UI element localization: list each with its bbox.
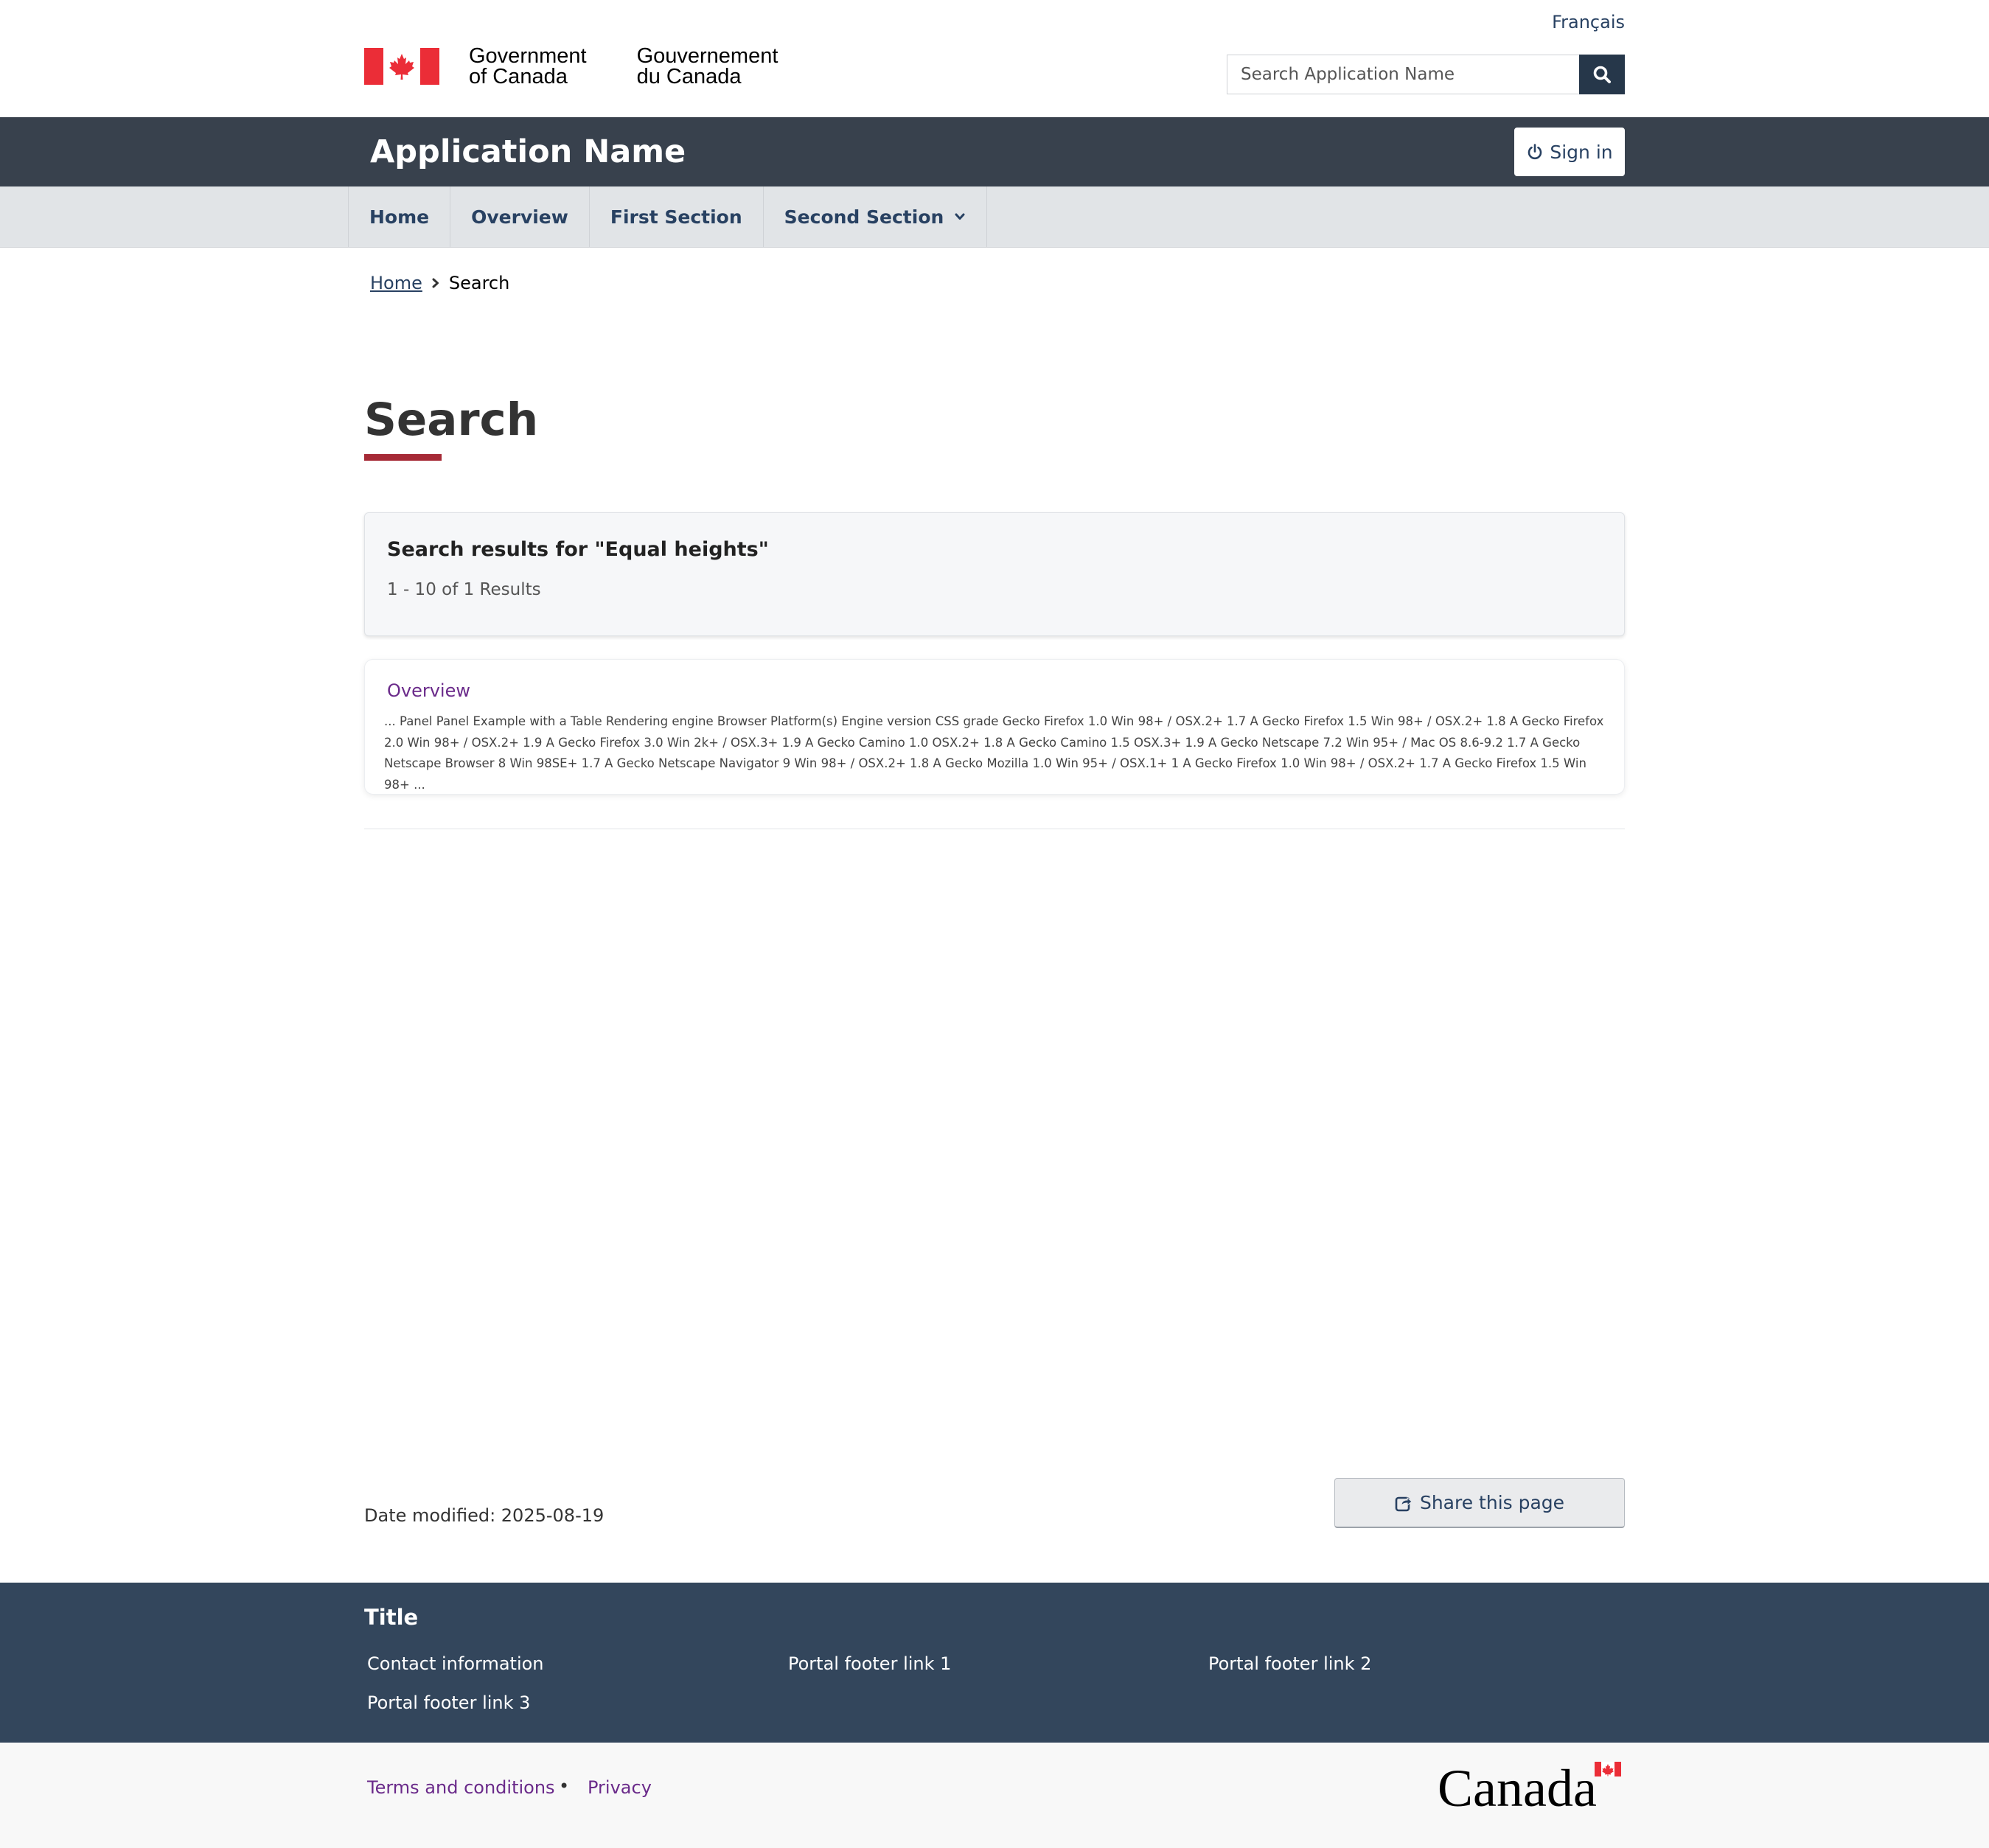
- canada-flag-icon: [364, 48, 439, 85]
- footer-link-portal-1[interactable]: Portal footer link 1: [788, 1653, 951, 1674]
- date-modified: Date modified: 2025-08-19: [364, 1505, 605, 1526]
- menu-item-home[interactable]: Home: [349, 186, 451, 247]
- footer-link-portal-2[interactable]: Portal footer link 2: [1208, 1653, 1371, 1674]
- search-input[interactable]: [1227, 55, 1579, 94]
- power-icon: [1528, 144, 1542, 160]
- wordmark-text: Canada: [1438, 1762, 1597, 1813]
- footer-link-contact[interactable]: Contact information: [367, 1653, 544, 1674]
- share-icon: [1395, 1496, 1412, 1511]
- menu-item-first-section[interactable]: First Section: [590, 186, 764, 247]
- chevron-down-icon: [955, 213, 965, 220]
- main-menu: Home Overview First Section Second Secti…: [0, 186, 1989, 248]
- signature-english: Government of Canada: [469, 44, 587, 88]
- main-footer: Title Contact information Portal footer …: [0, 1583, 1989, 1743]
- canada-wordmark: Canada: [1438, 1762, 1621, 1813]
- results-heading: Search results for "Equal heights": [387, 538, 769, 561]
- signature-fr-line-2: du Canada: [636, 65, 742, 88]
- page-title: Search: [364, 394, 539, 446]
- application-name[interactable]: Application Name: [370, 117, 686, 186]
- footer-title: Title: [364, 1605, 419, 1630]
- results-count: 1 - 10 of 1 Results: [387, 580, 541, 599]
- wordmark-flag-icon: [1595, 1762, 1621, 1776]
- link-separator: •: [559, 1776, 570, 1796]
- menu-item-label: Second Section: [784, 206, 944, 228]
- signature-en-line-2: of Canada: [469, 65, 568, 88]
- share-label: Share this page: [1419, 1492, 1565, 1513]
- search-icon: [1593, 66, 1611, 83]
- language-toggle-link[interactable]: Français: [1552, 12, 1625, 32]
- share-page-button[interactable]: Share this page: [1334, 1478, 1625, 1528]
- menu-item-label: Home: [369, 206, 430, 228]
- result-title-link[interactable]: Overview: [384, 680, 470, 701]
- breadcrumb-home-link[interactable]: Home: [370, 273, 422, 293]
- privacy-link[interactable]: Privacy: [588, 1777, 652, 1798]
- menu-item-label: Overview: [471, 206, 568, 228]
- menu-item-second-section[interactable]: Second Section: [764, 186, 988, 247]
- sign-in-label: Sign in: [1550, 141, 1613, 163]
- search-result-card: Overview ... Panel Panel Example with a …: [364, 659, 1625, 795]
- signature-en-line-1: Government: [469, 44, 587, 68]
- breadcrumb-current: Search: [448, 273, 510, 293]
- menu-item-overview[interactable]: Overview: [450, 186, 590, 247]
- sub-footer: Terms and conditions • Privacy Canada: [0, 1743, 1989, 1848]
- footer-link-portal-3[interactable]: Portal footer link 3: [367, 1692, 530, 1713]
- breadcrumb: Home Search: [370, 273, 509, 293]
- menu-item-label: First Section: [610, 206, 742, 228]
- result-snippet: ... Panel Panel Example with a Table Ren…: [384, 714, 1604, 792]
- search-button[interactable]: [1579, 55, 1625, 94]
- search-results-summary: Search results for "Equal heights" 1 - 1…: [364, 512, 1625, 636]
- terms-link[interactable]: Terms and conditions: [367, 1777, 555, 1798]
- signature-french: Gouvernement du Canada: [636, 44, 778, 88]
- application-bar: Application Name Sign in: [0, 117, 1989, 186]
- sign-in-button[interactable]: Sign in: [1514, 128, 1625, 176]
- site-search: [1227, 55, 1625, 94]
- signature-fr-line-1: Gouvernement: [636, 44, 778, 68]
- government-signature[interactable]: Government of Canada Gouvernement du Can…: [364, 44, 778, 88]
- chevron-right-icon: [432, 278, 439, 288]
- site-header: Français Government of Canada Gouverneme…: [0, 0, 1989, 117]
- title-underline: [364, 454, 442, 461]
